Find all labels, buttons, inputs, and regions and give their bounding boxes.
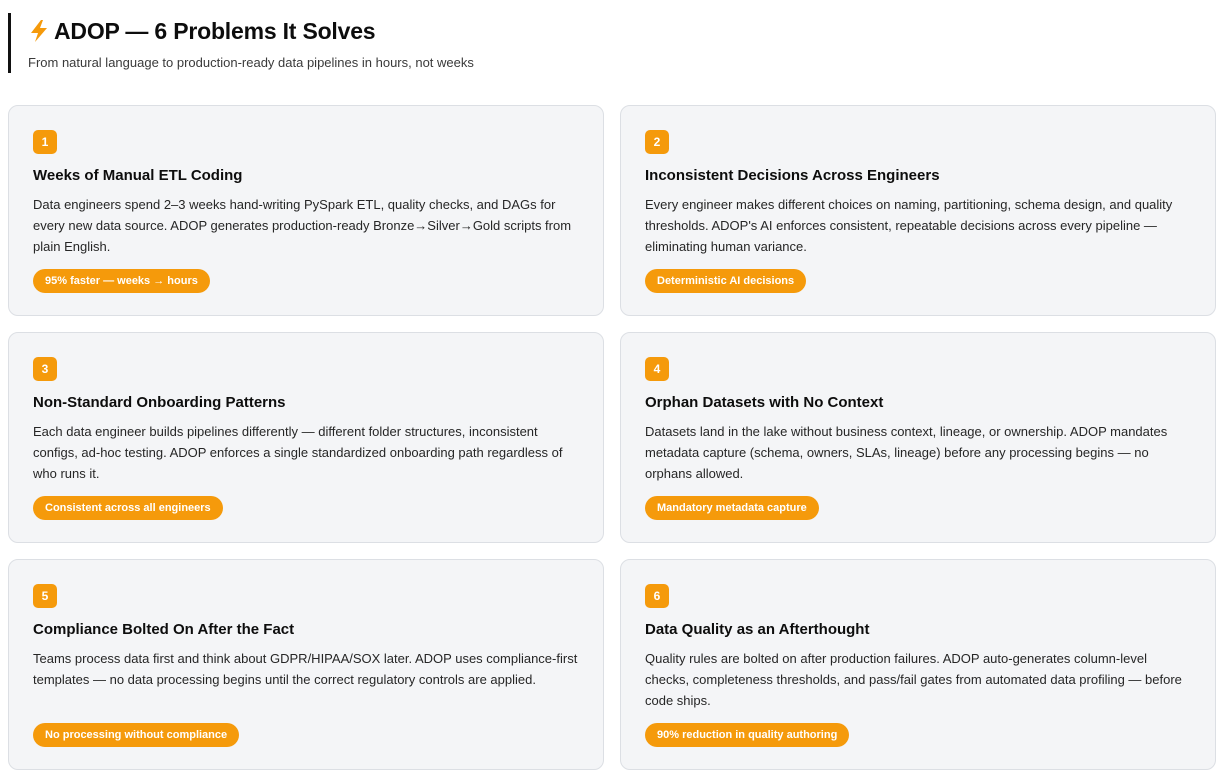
problem-title: Weeks of Manual ETL Coding (33, 167, 243, 184)
problem-number-badge: 4 (645, 357, 669, 381)
problem-card: 4 Orphan Datasets with No Context Datase… (620, 332, 1216, 543)
benefit-badge: 90% reduction in quality authoring (645, 723, 850, 747)
problem-number-badge: 1 (33, 130, 57, 154)
problem-description: Teams process data first and think about… (33, 651, 578, 687)
problem-description: Each data engineer builds pipelines diff… (33, 424, 563, 481)
problem-number-badge: 5 (33, 584, 57, 608)
problem-card: 2 Inconsistent Decisions Across Engineer… (620, 105, 1216, 316)
problem-description: Datasets land in the lake without busine… (645, 424, 1168, 481)
problem-title: Data Quality as an Afterthought (645, 621, 870, 638)
benefit-badge: 95% faster — weeks → hours (33, 269, 210, 293)
page-header: ADOP — 6 Problems It Solves From natural… (8, 13, 474, 73)
problem-number-badge: 3 (33, 357, 57, 381)
problem-card: 3 Non-Standard Onboarding Patterns Each … (8, 332, 604, 543)
benefit-badge: Consistent across all engineers (33, 496, 223, 520)
problem-number-badge: 2 (645, 130, 669, 154)
benefit-badge: Deterministic AI decisions (645, 269, 807, 293)
problem-title: Orphan Datasets with No Context (645, 394, 884, 411)
benefit-badge: Mandatory metadata capture (645, 496, 819, 520)
title-row: ADOP — 6 Problems It Solves (28, 13, 474, 49)
page-title: ADOP — 6 Problems It Solves (54, 17, 376, 44)
benefit-badge: No processing without compliance (33, 723, 240, 747)
problem-description: Quality rules are bolted on after produc… (645, 651, 1182, 708)
page-subtitle: From natural language to production-read… (28, 55, 474, 70)
problem-title: Non-Standard Onboarding Patterns (33, 394, 286, 411)
problem-title: Compliance Bolted On After the Fact (33, 621, 295, 638)
problem-card: 5 Compliance Bolted On After the Fact Te… (8, 559, 604, 770)
problem-card: 6 Data Quality as an Afterthought Qualit… (620, 559, 1216, 770)
lightning-bolt-icon (28, 19, 50, 43)
problem-card: 1 Weeks of Manual ETL Coding Data engine… (8, 105, 604, 316)
problem-description: Data engineers spend 2–3 weeks hand-writ… (33, 197, 572, 254)
problem-title: Inconsistent Decisions Across Engineers (645, 167, 940, 184)
problems-grid: 1 Weeks of Manual ETL Coding Data engine… (8, 105, 1216, 770)
problem-description: Every engineer makes different choices o… (645, 197, 1173, 254)
problem-number-badge: 6 (645, 584, 669, 608)
page: ADOP — 6 Problems It Solves From natural… (0, 0, 1224, 779)
